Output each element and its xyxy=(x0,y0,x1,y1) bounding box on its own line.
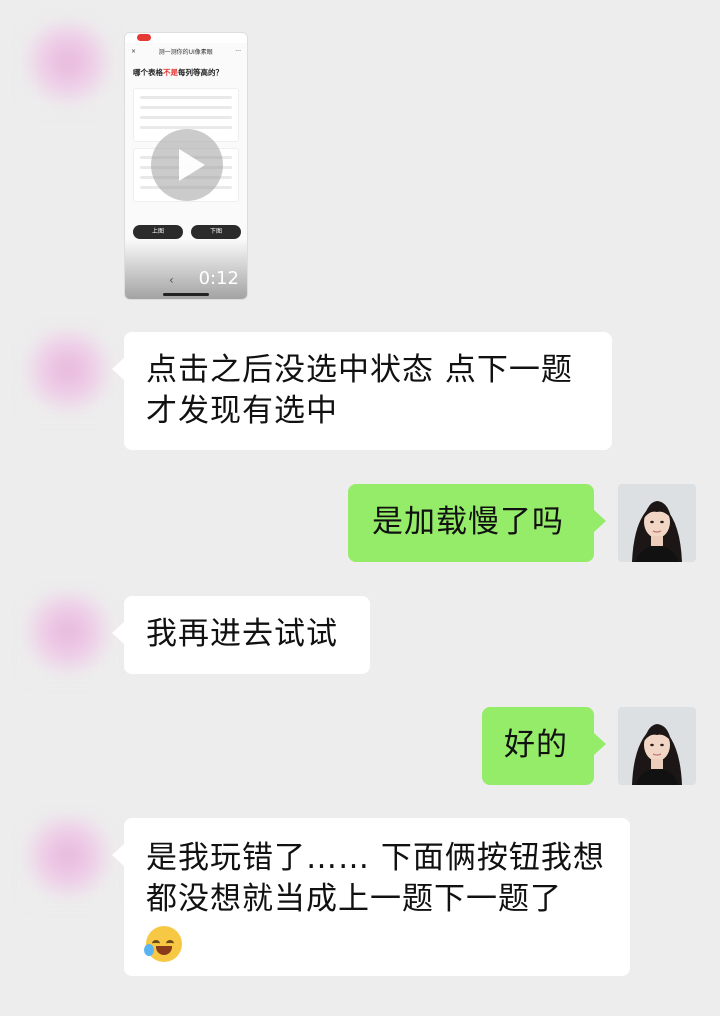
tear-shape xyxy=(144,943,154,956)
video-next-button: 下图 xyxy=(191,225,241,239)
play-icon[interactable] xyxy=(151,129,223,201)
question-suffix: 每列等高的？ xyxy=(178,68,223,77)
contact-avatar[interactable] xyxy=(24,22,112,110)
self-avatar-image xyxy=(618,707,696,785)
recording-indicator-icon xyxy=(137,34,151,41)
video-message[interactable]: × 测一测你的UI像素眼 ··· 哪个表格不是每列等高的？ 上图 下图 ‹ 0:… xyxy=(124,32,248,300)
question-highlight: 不是 xyxy=(163,68,178,77)
self-avatar[interactable] xyxy=(618,707,696,785)
self-avatar[interactable] xyxy=(618,484,696,562)
close-icon: × xyxy=(131,47,137,55)
table-line xyxy=(140,106,232,109)
message-text: 是加载慢了吗 xyxy=(372,504,564,540)
contact-avatar[interactable] xyxy=(24,816,112,904)
table-line xyxy=(140,116,232,119)
video-status-bar xyxy=(125,33,247,43)
message-text: 我再进去试试 xyxy=(146,616,338,652)
message-bubble-incoming[interactable]: 是我玩错了…… 下面俩按钮我想都没想就当成上一题下一题了 xyxy=(112,818,630,976)
video-prev-button: 上图 xyxy=(133,225,183,239)
mouth-shape xyxy=(156,945,172,955)
video-nav-bar: × 测一测你的UI像素眼 ··· xyxy=(125,43,247,59)
message-bubble-incoming[interactable]: 点击之后没选中状态 点下一题才发现有选中 xyxy=(112,332,612,450)
message-text: 点击之后没选中状态 点下一题才发现有选中 xyxy=(146,352,573,429)
back-icon: ‹ xyxy=(169,273,174,287)
self-avatar-image xyxy=(618,484,696,562)
message-text: 好的 xyxy=(504,727,568,763)
video-question: 哪个表格不是每列等高的？ xyxy=(125,59,247,82)
contact-avatar[interactable] xyxy=(24,330,112,418)
video-duration: 0:12 xyxy=(198,268,239,289)
message-bubble-incoming[interactable]: 我再进去试试 xyxy=(112,596,370,674)
face-with-tears-of-joy-emoji xyxy=(144,925,182,962)
question-prefix: 哪个表格 xyxy=(133,68,163,77)
message-bubble-outgoing[interactable]: 是加载慢了吗 xyxy=(348,484,606,562)
video-nav-title: 测一测你的UI像素眼 xyxy=(158,48,213,56)
message-bubble-outgoing[interactable]: 好的 xyxy=(482,707,606,785)
home-indicator xyxy=(163,293,209,296)
message-text: 是我玩错了…… 下面俩按钮我想都没想就当成上一题下一题了 xyxy=(146,840,605,917)
table-line xyxy=(140,96,232,99)
video-buttons: 上图 下图 xyxy=(133,225,241,239)
contact-avatar[interactable] xyxy=(24,592,112,680)
more-icon: ··· xyxy=(235,47,241,55)
